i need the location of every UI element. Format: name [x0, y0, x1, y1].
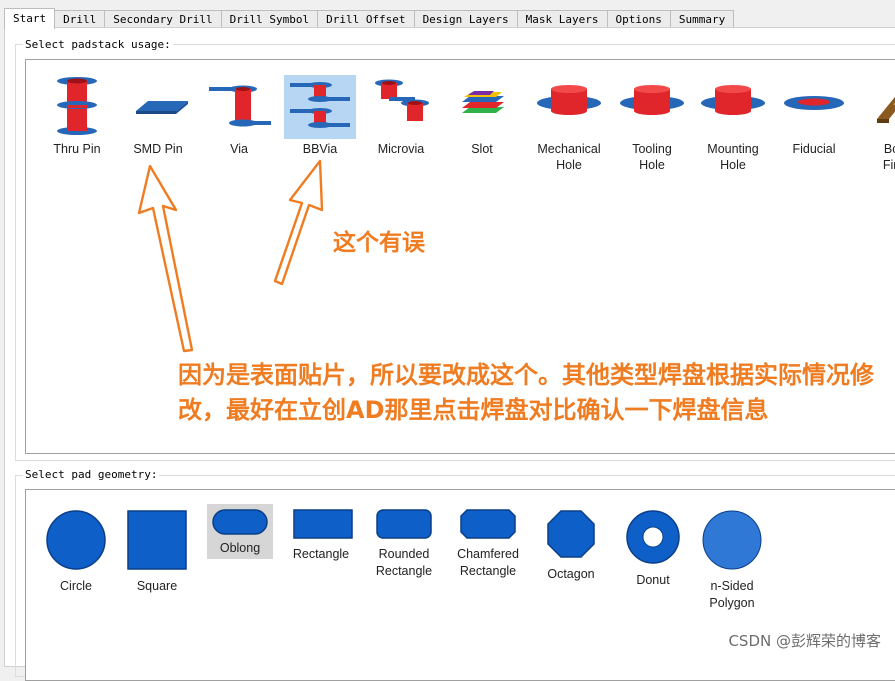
fiducial-icon: [778, 75, 850, 139]
start-tab-panel: Select padstack usage: Thru Pin SMD Pin …: [4, 27, 895, 681]
bond-finger-icon: [859, 75, 895, 139]
chamfered-rectangle-icon: [460, 509, 516, 539]
pad-geometry-title: Select pad geometry:: [23, 468, 160, 481]
tab-drill-offset[interactable]: Drill Offset: [317, 10, 415, 28]
padstack-item-fiducial[interactable]: Fiducial: [778, 75, 850, 157]
geometry-item-label: Rounded Rectangle: [375, 547, 433, 578]
tab-options[interactable]: Options: [606, 10, 671, 28]
oblong-icon: [212, 509, 268, 535]
n-sided-polygon-icon: [702, 510, 762, 570]
geometry-item-label: Oblong: [219, 541, 261, 555]
tooling-hole-icon: [616, 75, 688, 139]
microvia-icon: [365, 75, 437, 139]
geometry-item-donut[interactable]: Donut: [618, 504, 688, 589]
mounting-hole-icon: [697, 75, 769, 139]
padstack-item-smd-pin[interactable]: SMD Pin: [122, 75, 194, 157]
mechanical-hole-icon: [533, 75, 605, 139]
padstack-item-label: Tooling Hole: [632, 142, 672, 172]
geometry-item-label: Donut: [636, 573, 670, 587]
padstack-item-bbvia[interactable]: BBVia: [284, 75, 356, 157]
padstack-item-bond-finger[interactable]: Bon Fing: [859, 75, 895, 173]
tab-mask-layers[interactable]: Mask Layers: [516, 10, 608, 28]
geometry-item-label: Rectangle: [292, 547, 350, 561]
slot-icon: [446, 75, 518, 139]
annotation-note-explanation: 因为是表面贴片，所以要改成这个。其他类型焊盘根据实际情况修改，最好在立创AD那里…: [178, 361, 874, 424]
geometry-item-octagon[interactable]: Octagon: [536, 504, 606, 583]
annotation-note-error: 这个有误: [333, 230, 425, 256]
padstack-item-label: Microvia: [377, 142, 425, 156]
square-icon: [127, 510, 187, 570]
padstack-item-label: Slot: [471, 142, 493, 156]
csdn-watermark: CSDN @彭辉荣的博客: [728, 632, 881, 650]
padstack-item-via[interactable]: Via: [203, 75, 275, 157]
padstack-item-microvia[interactable]: Microvia: [365, 75, 437, 157]
padstack-item-label: Fiducial: [792, 142, 836, 156]
circle-icon: [46, 510, 106, 570]
padstack-item-label: Via: [230, 142, 248, 156]
geometry-item-rectangle[interactable]: Rectangle: [288, 504, 354, 563]
padstack-item-label: Bon Fing: [882, 142, 895, 172]
bbvia-icon: [284, 75, 356, 139]
padstack-item-thru-pin[interactable]: Thru Pin: [41, 75, 113, 157]
geometry-item-n-sided-polygon[interactable]: n-Sided Polygon: [694, 504, 770, 612]
padstack-item-slot[interactable]: Slot: [446, 75, 518, 157]
padstack-item-label: Thru Pin: [53, 142, 101, 156]
geometry-item-label: Square: [136, 579, 178, 593]
thru-pin-icon: [41, 75, 113, 139]
smd-pin-icon: [122, 75, 194, 139]
padstack-item-label: BBVia: [302, 142, 338, 156]
padstack-item-tooling-hole[interactable]: Tooling Hole: [616, 75, 688, 173]
padstack-item-label: Mounting Hole: [707, 142, 759, 172]
geometry-item-label: n-Sided Polygon: [709, 579, 755, 610]
geometry-item-rounded-rectangle[interactable]: Rounded Rectangle: [368, 504, 440, 580]
geometry-item-label: Octagon: [547, 567, 595, 581]
rounded-rectangle-icon: [376, 509, 432, 539]
padstack-item-mechanical-hole[interactable]: Mechanical Hole: [527, 75, 611, 173]
tab-start[interactable]: Start: [4, 8, 56, 29]
tab-drill[interactable]: Drill: [54, 10, 106, 28]
geometry-item-label: Circle: [60, 579, 92, 593]
tab-bar: Start Drill Secondary Drill Drill Symbol…: [4, 8, 735, 29]
padstack-item-label: SMD Pin: [133, 142, 183, 156]
tab-secondary-drill[interactable]: Secondary Drill: [104, 10, 222, 28]
geometry-item-label: Chamfered Rectangle: [457, 547, 519, 578]
tab-drill-symbol[interactable]: Drill Symbol: [220, 10, 319, 28]
geometry-item-circle[interactable]: Circle: [36, 504, 116, 595]
tab-summary[interactable]: Summary: [669, 10, 735, 28]
pad-geometry-list[interactable]: Circle Square Oblong Rectangle Rounded R…: [25, 489, 895, 681]
padstack-usage-title: Select padstack usage:: [23, 38, 173, 51]
padstack-item-mounting-hole[interactable]: Mounting Hole: [697, 75, 769, 173]
padstack-item-label: Mechanical Hole: [537, 142, 601, 172]
geometry-item-square[interactable]: Square: [117, 504, 197, 595]
via-icon: [203, 75, 275, 139]
donut-icon: [626, 510, 680, 564]
geometry-item-chamfered-rectangle[interactable]: Chamfered Rectangle: [448, 504, 528, 580]
tab-design-layers[interactable]: Design Layers: [413, 10, 518, 28]
geometry-item-oblong[interactable]: Oblong: [207, 504, 273, 559]
octagon-icon: [547, 510, 595, 558]
rectangle-icon: [293, 509, 353, 539]
